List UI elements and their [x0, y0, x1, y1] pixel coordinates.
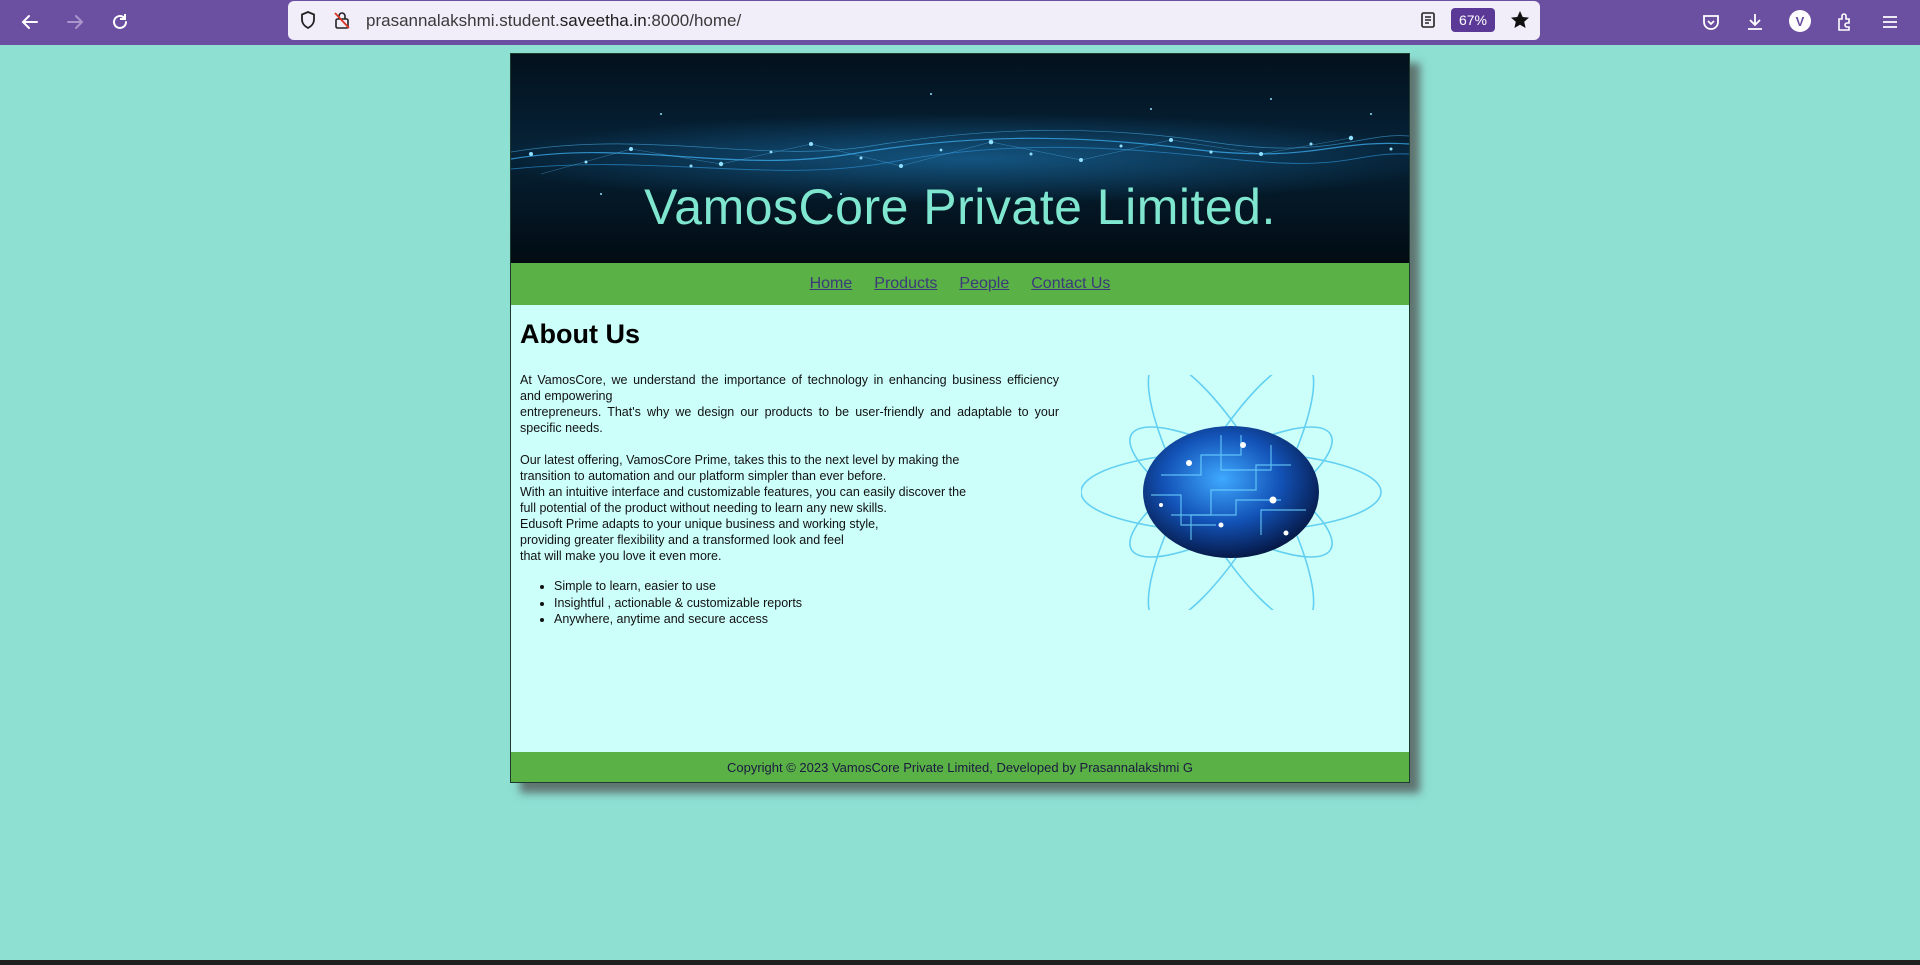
paragraph-line: With an intuitive interface and customiz… [520, 485, 967, 499]
about-prime-paragraph: Our latest offering, VamosCore Prime, ta… [520, 452, 1040, 564]
feature-item: Anywhere, anytime and secure access [554, 611, 802, 628]
feature-item: Simple to learn, easier to use [554, 578, 802, 595]
downloads-icon[interactable] [1741, 8, 1769, 36]
nav-link-people[interactable]: People [959, 275, 1009, 293]
paragraph-line: Edusoft Prime adapts to your unique busi… [520, 517, 879, 531]
reader-view-icon[interactable] [1418, 10, 1438, 35]
nav-link-home[interactable]: Home [810, 275, 853, 293]
nav-link-contact-us[interactable]: Contact Us [1031, 275, 1110, 293]
bookmark-star-icon[interactable] [1509, 9, 1531, 36]
paragraph-line: transition to automation and our platfor… [520, 469, 887, 483]
feature-item: Insightful , actionable & customizable r… [554, 595, 802, 612]
extensions-icon[interactable] [1831, 8, 1859, 36]
paragraph-line: Our latest offering, VamosCore Prime, ta… [520, 453, 960, 467]
account-avatar[interactable]: V [1789, 10, 1811, 32]
url-text[interactable]: prasannalakshmi.student.saveetha.in:8000… [366, 11, 741, 31]
tech-globe-image [1081, 375, 1382, 610]
shield-icon[interactable] [298, 10, 318, 35]
reload-icon[interactable] [106, 8, 134, 36]
address-bar[interactable]: prasannalakshmi.student.saveetha.in:8000… [288, 1, 1540, 40]
main-content: About Us At VamosCore, we understand the… [511, 305, 1409, 752]
nav-link-products[interactable]: Products [874, 275, 937, 293]
zoom-level-badge[interactable]: 67% [1451, 8, 1495, 32]
about-intro-line: entrepreneurs. That's why we design our … [520, 405, 1059, 435]
paragraph-line: that will make you love it even more. [520, 549, 722, 563]
about-heading: About Us [520, 319, 640, 349]
about-intro-paragraph: At VamosCore, we understand the importan… [520, 372, 1059, 436]
back-icon[interactable] [16, 8, 44, 36]
pocket-icon[interactable] [1697, 8, 1725, 36]
features-list: Simple to learn, easier to use Insightfu… [520, 578, 802, 628]
paragraph-line: full potential of the product without ne… [520, 501, 887, 515]
taskbar-edge [0, 960, 1920, 965]
menu-icon[interactable] [1876, 8, 1904, 36]
site-title: VamosCore Private Limited. [644, 179, 1276, 235]
page-footer: Copyright © 2023 VamosCore Private Limit… [511, 752, 1409, 782]
about-intro-line: At VamosCore, we understand the importan… [520, 373, 1059, 403]
paragraph-line: providing greater flexibility and a tran… [520, 533, 844, 547]
page-container: VamosCore Private Limited. Home Products… [510, 53, 1410, 783]
browser-toolbar: prasannalakshmi.student.saveetha.in:8000… [0, 0, 1920, 45]
insecure-lock-icon[interactable] [332, 10, 352, 35]
forward-icon[interactable] [61, 8, 89, 36]
header-banner: VamosCore Private Limited. [511, 54, 1409, 263]
main-navigation: Home Products People Contact Us [511, 263, 1409, 305]
